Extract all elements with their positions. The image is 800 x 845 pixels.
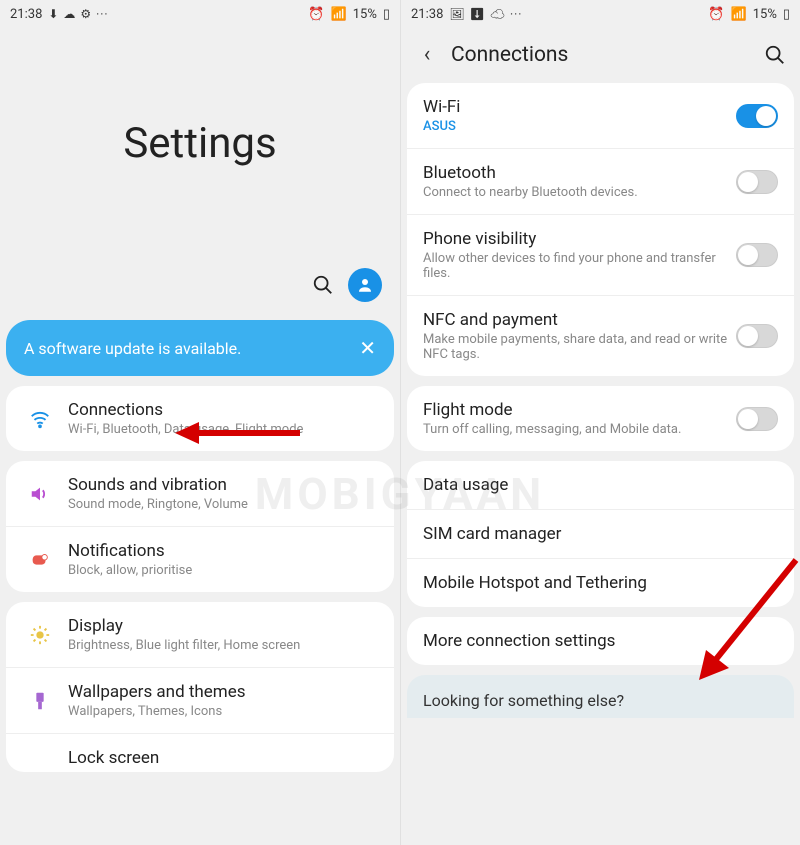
battery-text: 15% <box>753 7 777 22</box>
status-left-icons: 🖼 ⬇ ☁ ··· <box>449 7 522 21</box>
item-sub: Sound mode, Ringtone, Volume <box>68 497 378 512</box>
item-sub: Wallpapers, Themes, Icons <box>68 704 378 719</box>
item-sub: Block, allow, prioritise <box>68 563 378 578</box>
close-icon[interactable]: ✕ <box>359 336 376 360</box>
search-icon[interactable] <box>312 274 334 296</box>
signal-icon: 📶 <box>331 7 347 22</box>
speaker-icon <box>22 483 58 505</box>
connection-item-wifi[interactable]: Wi-Fi ASUS <box>407 83 794 149</box>
item-title: NFC and payment <box>423 310 736 330</box>
item-title: Sounds and vibration <box>68 475 378 495</box>
connections-group-2: Flight mode Turn off calling, messaging,… <box>407 386 794 451</box>
settings-group-1: Connections Wi-Fi, Bluetooth, Data usage… <box>6 386 394 451</box>
page-title: Settings <box>0 28 400 258</box>
connection-item-flight-mode[interactable]: Flight mode Turn off calling, messaging,… <box>407 386 794 451</box>
status-bar: 21:38 🖼 ⬇ ☁ ··· ⏰ 📶 15% ▯ <box>401 0 800 28</box>
item-title: Lock screen <box>68 748 378 768</box>
item-sub: ASUS <box>423 119 736 134</box>
item-title: Wallpapers and themes <box>68 682 378 702</box>
status-left-icons: ⬇ ☁ ⚙ ··· <box>48 7 108 21</box>
connections-group-1: Wi-Fi ASUS Bluetooth Connect to nearby B… <box>407 83 794 376</box>
footer-text: Looking for something else? <box>423 691 624 710</box>
settings-item-sounds[interactable]: Sounds and vibration Sound mode, Rington… <box>6 461 394 527</box>
item-sub: Brightness, Blue light filter, Home scre… <box>68 638 378 653</box>
item-title: Bluetooth <box>423 163 736 183</box>
nfc-toggle[interactable] <box>736 324 778 348</box>
banner-text: A software update is available. <box>24 339 241 358</box>
connections-pane: 21:38 🖼 ⬇ ☁ ··· ⏰ 📶 15% ▯ ‹ Connections … <box>400 0 800 845</box>
item-title: Data usage <box>423 475 778 495</box>
battery-icon: ▯ <box>783 7 790 22</box>
settings-item-notifications[interactable]: Notifications Block, allow, prioritise <box>6 527 394 592</box>
brightness-icon <box>22 624 58 646</box>
signal-icon: 📶 <box>731 7 747 22</box>
item-sub: Turn off calling, messaging, and Mobile … <box>423 422 736 437</box>
item-sub: Wi-Fi, Bluetooth, Data usage, Flight mod… <box>68 422 378 437</box>
visibility-toggle[interactable] <box>736 243 778 267</box>
item-title: Phone visibility <box>423 229 736 249</box>
brush-icon <box>22 690 58 712</box>
account-button[interactable] <box>348 268 382 302</box>
settings-item-wallpapers[interactable]: Wallpapers and themes Wallpapers, Themes… <box>6 668 394 734</box>
settings-group-3: Display Brightness, Blue light filter, H… <box>6 602 394 772</box>
item-title: Mobile Hotspot and Tethering <box>423 573 778 593</box>
bluetooth-toggle[interactable] <box>736 170 778 194</box>
search-icon[interactable] <box>764 44 786 66</box>
battery-icon: ▯ <box>383 7 390 22</box>
connections-group-4: More connection settings <box>407 617 794 665</box>
item-sub: Allow other devices to find your phone a… <box>423 251 736 281</box>
connection-item-more-settings[interactable]: More connection settings <box>407 617 794 665</box>
connection-item-sim-manager[interactable]: SIM card manager <box>407 510 794 559</box>
back-button[interactable]: ‹ <box>415 42 439 67</box>
update-banner[interactable]: A software update is available. ✕ <box>6 320 394 376</box>
settings-item-connections[interactable]: Connections Wi-Fi, Bluetooth, Data usage… <box>6 386 394 451</box>
notification-icon <box>22 549 58 571</box>
alarm-icon: ⏰ <box>308 7 324 22</box>
item-title: More connection settings <box>423 631 778 651</box>
settings-item-display[interactable]: Display Brightness, Blue light filter, H… <box>6 602 394 668</box>
page-header: ‹ Connections <box>401 28 800 77</box>
status-time: 21:38 <box>10 7 42 22</box>
item-title: Display <box>68 616 378 636</box>
person-icon <box>356 276 374 294</box>
settings-group-2: Sounds and vibration Sound mode, Rington… <box>6 461 394 592</box>
item-title: Wi-Fi <box>423 97 736 117</box>
connection-item-nfc[interactable]: NFC and payment Make mobile payments, sh… <box>407 296 794 376</box>
settings-item-lockscreen[interactable]: Lock screen <box>6 734 394 772</box>
battery-text: 15% <box>353 7 377 22</box>
wifi-toggle[interactable] <box>736 104 778 128</box>
item-title: Flight mode <box>423 400 736 420</box>
settings-main-pane: 21:38 ⬇ ☁ ⚙ ··· ⏰ 📶 15% ▯ Settings A sof… <box>0 0 400 845</box>
alarm-icon: ⏰ <box>708 7 724 22</box>
footer-hint: Looking for something else? <box>407 675 794 718</box>
status-bar: 21:38 ⬇ ☁ ⚙ ··· ⏰ 📶 15% ▯ <box>0 0 400 28</box>
item-sub: Make mobile payments, share data, and re… <box>423 332 736 362</box>
connection-item-hotspot-tethering[interactable]: Mobile Hotspot and Tethering <box>407 559 794 607</box>
status-time: 21:38 <box>411 7 443 22</box>
item-title: Notifications <box>68 541 378 561</box>
item-title: Connections <box>68 400 378 420</box>
item-title: SIM card manager <box>423 524 778 544</box>
connection-item-bluetooth[interactable]: Bluetooth Connect to nearby Bluetooth de… <box>407 149 794 215</box>
connection-item-data-usage[interactable]: Data usage <box>407 461 794 510</box>
connections-group-3: Data usage SIM card manager Mobile Hotsp… <box>407 461 794 607</box>
wifi-icon <box>22 408 58 430</box>
connection-item-phone-visibility[interactable]: Phone visibility Allow other devices to … <box>407 215 794 296</box>
item-sub: Connect to nearby Bluetooth devices. <box>423 185 736 200</box>
page-title: Connections <box>451 43 764 67</box>
flight-mode-toggle[interactable] <box>736 407 778 431</box>
